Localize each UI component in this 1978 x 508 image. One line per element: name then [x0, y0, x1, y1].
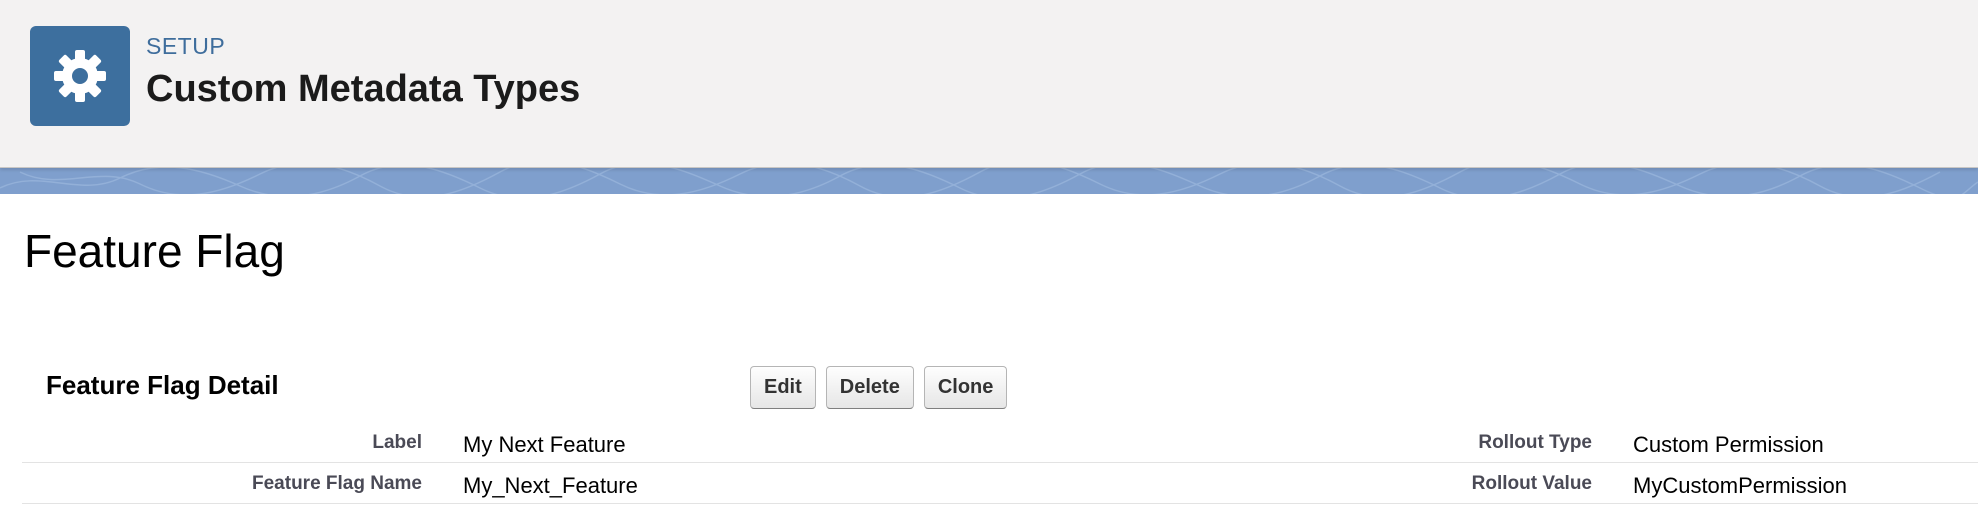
field-label-label: Label — [372, 432, 422, 453]
detail-row: Feature Flag Name My_Next_Feature Rollou… — [22, 463, 1978, 504]
decorative-banner — [0, 168, 1978, 194]
delete-button[interactable]: Delete — [825, 366, 914, 409]
detail-button-bar: Edit Delete Clone — [750, 366, 1008, 409]
main-content: Feature Flag Feature Flag Detail Edit De… — [0, 194, 1978, 508]
field-value-label: My Next Feature — [463, 432, 626, 457]
header-eyebrow: SETUP — [146, 33, 226, 59]
field-label-feature-flag-name: Feature Flag Name — [252, 473, 422, 494]
field-label-rollout-value: Rollout Value — [1471, 473, 1592, 494]
header-title: Custom Metadata Types — [146, 68, 581, 110]
setup-gear-tile — [30, 26, 130, 126]
field-value-rollout-value: MyCustomPermission — [1633, 473, 1847, 498]
banner-pattern — [0, 168, 1978, 194]
field-label-rollout-type: Rollout Type — [1478, 432, 1592, 453]
setup-header: SETUP Custom Metadata Types — [0, 0, 1978, 168]
page-title: Feature Flag — [24, 225, 285, 277]
detail-row: Label My Next Feature Rollout Type Custo… — [22, 422, 1978, 463]
edit-button[interactable]: Edit — [750, 366, 816, 409]
clone-button[interactable]: Clone — [923, 366, 1008, 409]
field-value-rollout-type: Custom Permission — [1633, 432, 1824, 457]
field-value-feature-flag-name: My_Next_Feature — [463, 473, 638, 498]
gear-icon — [54, 50, 106, 102]
detail-section-title: Feature Flag Detail — [46, 370, 279, 400]
